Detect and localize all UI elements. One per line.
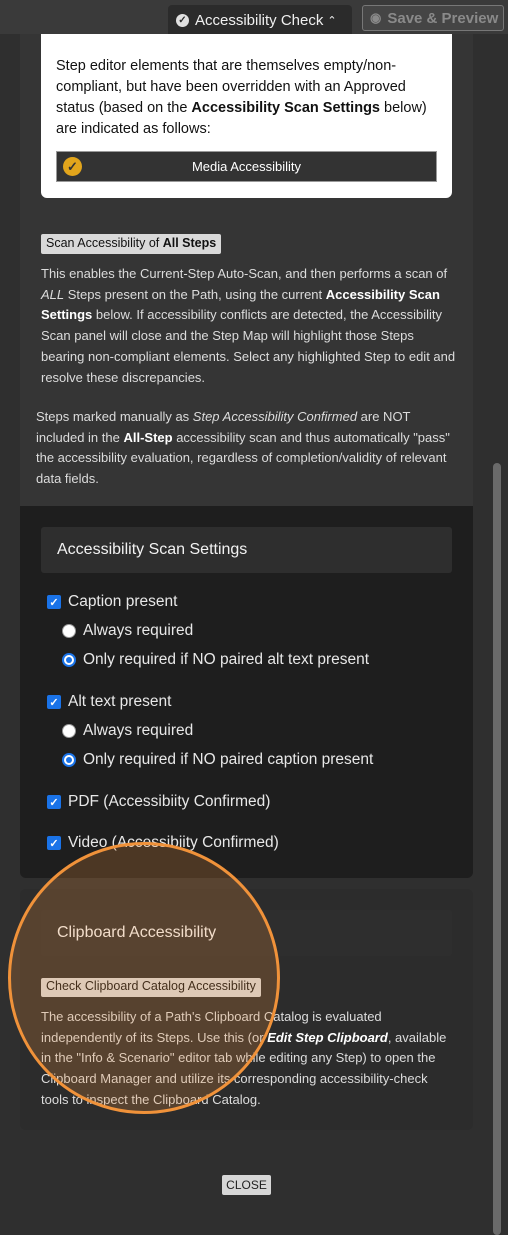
- caption-only-if-radio[interactable]: [62, 653, 76, 667]
- caption-present-checkbox[interactable]: ✓: [47, 595, 61, 609]
- media-accessibility-indicator: ✓ Media Accessibility: [56, 151, 437, 182]
- caption-only-if-option[interactable]: Only required if NO paired alt text pres…: [62, 651, 369, 669]
- media-accessibility-label: Media Accessibility: [191, 159, 302, 174]
- pdf-option[interactable]: ✓ PDF (Accessibiity Confirmed): [47, 793, 270, 811]
- clipboard-description: The accessibility of a Path's Clipboard …: [41, 1009, 447, 1107]
- video-checkbox[interactable]: ✓: [47, 836, 61, 850]
- caption-present-option[interactable]: ✓ Caption present: [47, 593, 177, 611]
- alt-only-if-option[interactable]: Only required if NO paired caption prese…: [62, 751, 373, 769]
- scan-all-description: This enables the Current-Step Auto-Scan,…: [41, 266, 456, 385]
- scrollbar[interactable]: [493, 463, 501, 1235]
- eye-icon: ◉: [370, 10, 382, 25]
- alt-only-if-radio[interactable]: [62, 753, 76, 767]
- caption-always-radio[interactable]: [62, 624, 76, 638]
- clipboard-section: Clipboard Accessibility Check Clipboard …: [20, 889, 473, 1130]
- scan-all-steps-button[interactable]: Scan Accessibility of All Steps: [41, 234, 222, 254]
- confirmed-steps-note: Steps marked manually as Step Accessibil…: [36, 409, 450, 487]
- scan-settings-section: Accessibility Scan Settings ✓ Caption pr…: [20, 506, 473, 878]
- close-button[interactable]: CLOSE: [222, 1175, 271, 1195]
- check-clipboard-button[interactable]: Check Clipboard Catalog Accessibility: [41, 978, 261, 997]
- chevron-up-icon: ⌃: [327, 15, 337, 27]
- tab-accessibility-check-label: Accessibility Check: [195, 12, 324, 29]
- check-circle-icon: ✓: [176, 14, 189, 27]
- scan-settings-title: Accessibility Scan Settings: [41, 527, 452, 573]
- save-preview-label: Save & Preview: [387, 9, 499, 27]
- top-bar: ✓ Accessibility Check ⌃ ◉ Save & Preview: [0, 0, 508, 36]
- save-preview-button[interactable]: ◉ Save & Preview: [362, 5, 504, 31]
- video-option[interactable]: ✓ Video (Accessibiity Confirmed): [47, 834, 279, 852]
- approved-check-icon: ✓: [63, 157, 82, 176]
- pdf-checkbox[interactable]: ✓: [47, 795, 61, 809]
- alt-always-radio[interactable]: [62, 724, 76, 738]
- alt-always-option[interactable]: Always required: [62, 722, 193, 740]
- legend-text: Step editor elements that are themselves…: [56, 58, 427, 137]
- alt-present-option[interactable]: ✓ Alt text present: [47, 693, 171, 711]
- override-legend: Step editor elements that are themselves…: [41, 34, 452, 198]
- alt-present-checkbox[interactable]: ✓: [47, 695, 61, 709]
- clipboard-title: Clipboard Accessibility: [41, 910, 452, 956]
- tab-accessibility-check[interactable]: ✓ Accessibility Check ⌃: [168, 5, 352, 36]
- caption-always-option[interactable]: Always required: [62, 622, 193, 640]
